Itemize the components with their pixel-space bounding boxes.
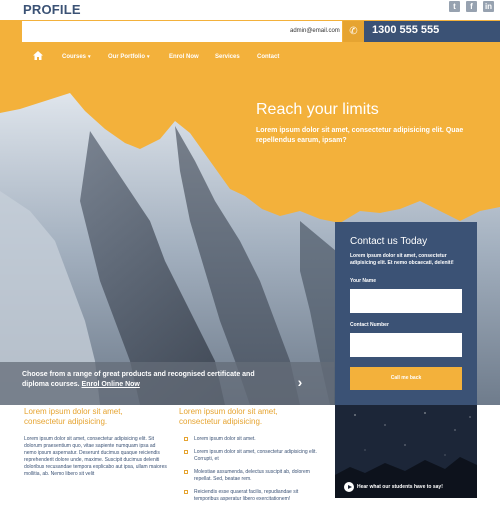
play-icon[interactable] — [344, 482, 354, 492]
main-nav: Courses ▾ Our Portfolio ▾ Enrol Now Servic… — [0, 43, 500, 71]
square-bullet-icon — [184, 437, 188, 441]
twitter-icon[interactable]: t — [449, 1, 460, 12]
phone-number[interactable]: 1300 555 555 — [372, 24, 439, 36]
list-item: Molestiae assumenda, delectus suscipit a… — [184, 469, 324, 483]
call-me-back-button[interactable]: Call me back — [350, 367, 462, 390]
feature-list: Lorem ipsum dolor sit amet. Lorem ipsum … — [184, 436, 324, 509]
list-item: Lorem ipsum dolor sit amet, consectetur … — [184, 449, 324, 463]
square-bullet-icon — [184, 490, 188, 494]
contact-number-input[interactable] — [350, 333, 462, 357]
list-item: Reiciendis esse quaerat facilis, repudia… — [184, 489, 324, 503]
linkedin-icon[interactable]: in — [483, 1, 494, 12]
form-title: Contact us Today — [350, 236, 428, 247]
nav-label: Our Portfolio — [108, 54, 145, 60]
top-header: PROFILE t f in — [0, 0, 500, 20]
promo-text: Choose from a range of great products an… — [22, 370, 280, 390]
list-item-text: Lorem ipsum dolor sit amet, consectetur … — [194, 449, 317, 462]
column-2-heading: Lorem ipsum dolor sit amet, consectetur … — [179, 407, 278, 426]
contact-form: Contact us Today Lorem ipsum dolor sit a… — [335, 222, 477, 405]
chevron-down-icon: ▾ — [147, 54, 150, 60]
enrol-online-link[interactable]: Enrol Online Now — [82, 381, 140, 388]
form-description: Lorem ipsum dolor sit amet, consectetur … — [350, 253, 454, 266]
list-item: Lorem ipsum dolor sit amet. — [184, 436, 324, 443]
column-1-text: Lorem ipsum dolor sit amet, consectetur … — [24, 436, 167, 477]
hero-subtitle: Lorem ipsum dolor sit amet, consectetur … — [256, 127, 464, 144]
email-box: admin@email.com — [22, 21, 342, 42]
phone-box: 1300 555 555 — [364, 21, 500, 42]
site-logo[interactable]: PROFILE — [23, 2, 81, 17]
nav-item-enrol-now[interactable]: Enrol Now — [169, 54, 199, 60]
nav-item-courses[interactable]: Courses ▾ — [62, 54, 91, 60]
square-bullet-icon — [184, 470, 188, 474]
email-link[interactable]: admin@email.com — [290, 28, 340, 34]
list-item-text: Reiciendis esse quaerat facilis, repudia… — [194, 489, 299, 502]
name-input[interactable] — [350, 289, 462, 313]
list-item-text: Molestiae assumenda, delectus suscipit a… — [194, 469, 310, 482]
nav-item-our-portfolio[interactable]: Our Portfolio ▾ — [108, 54, 150, 60]
video-caption[interactable]: Hear what our students have to say! — [357, 484, 443, 490]
column-1-heading: Lorem ipsum dolor sit amet, consectetur … — [24, 407, 123, 426]
nav-item-services[interactable]: Services — [215, 54, 240, 60]
square-bullet-icon — [184, 450, 188, 454]
chevron-right-icon[interactable]: › — [293, 374, 307, 390]
chevron-down-icon: ▾ — [88, 54, 91, 60]
social-links: t f in — [449, 1, 494, 12]
phone-icon: ✆ — [343, 21, 364, 42]
promo-strip: Choose from a range of great products an… — [0, 362, 334, 405]
hero-title: Reach your limits — [256, 101, 379, 118]
facebook-icon[interactable]: f — [466, 1, 477, 12]
list-item-text: Lorem ipsum dolor sit amet. — [194, 436, 256, 442]
nav-item-contact[interactable]: Contact — [257, 54, 279, 60]
home-icon[interactable] — [33, 51, 43, 60]
number-label: Contact Number — [350, 322, 389, 328]
nav-label: Courses — [62, 54, 87, 60]
name-label: Your Name — [350, 278, 377, 284]
